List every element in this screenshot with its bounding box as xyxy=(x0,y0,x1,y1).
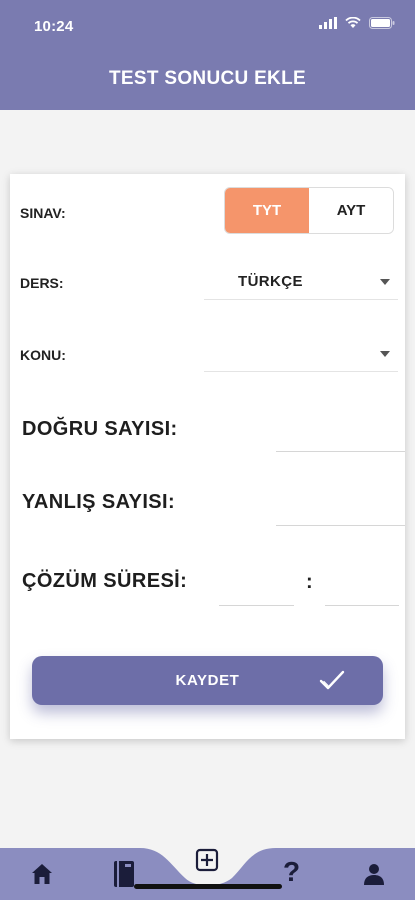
cozum-seconds-input[interactable] xyxy=(325,576,399,606)
add-icon[interactable] xyxy=(195,848,219,872)
save-button-label: KAYDET xyxy=(175,672,240,689)
ders-select-value: TÜRKÇE xyxy=(238,273,303,290)
sinav-option-tyt[interactable]: TYT xyxy=(225,188,309,233)
sinav-option-ayt[interactable]: AYT xyxy=(309,188,393,233)
wifi-icon xyxy=(345,17,361,28)
chevron-down-icon xyxy=(380,351,390,357)
cozum-minutes-input[interactable] xyxy=(219,576,294,606)
home-indicator xyxy=(134,884,282,889)
konu-select[interactable] xyxy=(204,336,398,372)
home-icon[interactable] xyxy=(30,862,54,886)
sinav-segmented-control: TYT AYT xyxy=(224,187,394,234)
sinav-label: SINAV: xyxy=(20,205,66,221)
ders-select[interactable]: TÜRKÇE xyxy=(204,264,398,300)
yanlis-sayisi-label: YANLIŞ SAYISI: xyxy=(22,491,176,513)
page-title: TEST SONUCU EKLE xyxy=(109,68,306,89)
dogru-sayisi-input[interactable] xyxy=(276,422,405,452)
check-icon xyxy=(319,670,345,690)
cozum-suresi-label: ÇÖZÜM SÜRESİ: xyxy=(22,570,188,592)
status-icons xyxy=(319,17,395,29)
bottom-nav: ? xyxy=(0,848,415,900)
status-time: 10:24 xyxy=(34,18,74,35)
battery-icon xyxy=(369,17,395,29)
app-header: 10:24 TEST SONUCU EKLE xyxy=(0,0,415,110)
signal-icon xyxy=(319,17,337,29)
time-separator: : xyxy=(306,571,313,593)
book-icon[interactable] xyxy=(113,860,135,888)
konu-label: KONU: xyxy=(20,347,66,363)
yanlis-sayisi-input[interactable] xyxy=(276,496,405,526)
help-icon[interactable]: ? xyxy=(283,856,300,888)
dogru-sayisi-label: DOĞRU SAYISI: xyxy=(22,418,178,440)
form-card: SINAV: TYT AYT DERS: TÜRKÇE KONU: DOĞRU … xyxy=(10,174,405,739)
profile-icon[interactable] xyxy=(362,862,386,886)
ders-label: DERS: xyxy=(20,275,64,291)
save-button[interactable]: KAYDET xyxy=(32,656,383,705)
chevron-down-icon xyxy=(380,279,390,285)
